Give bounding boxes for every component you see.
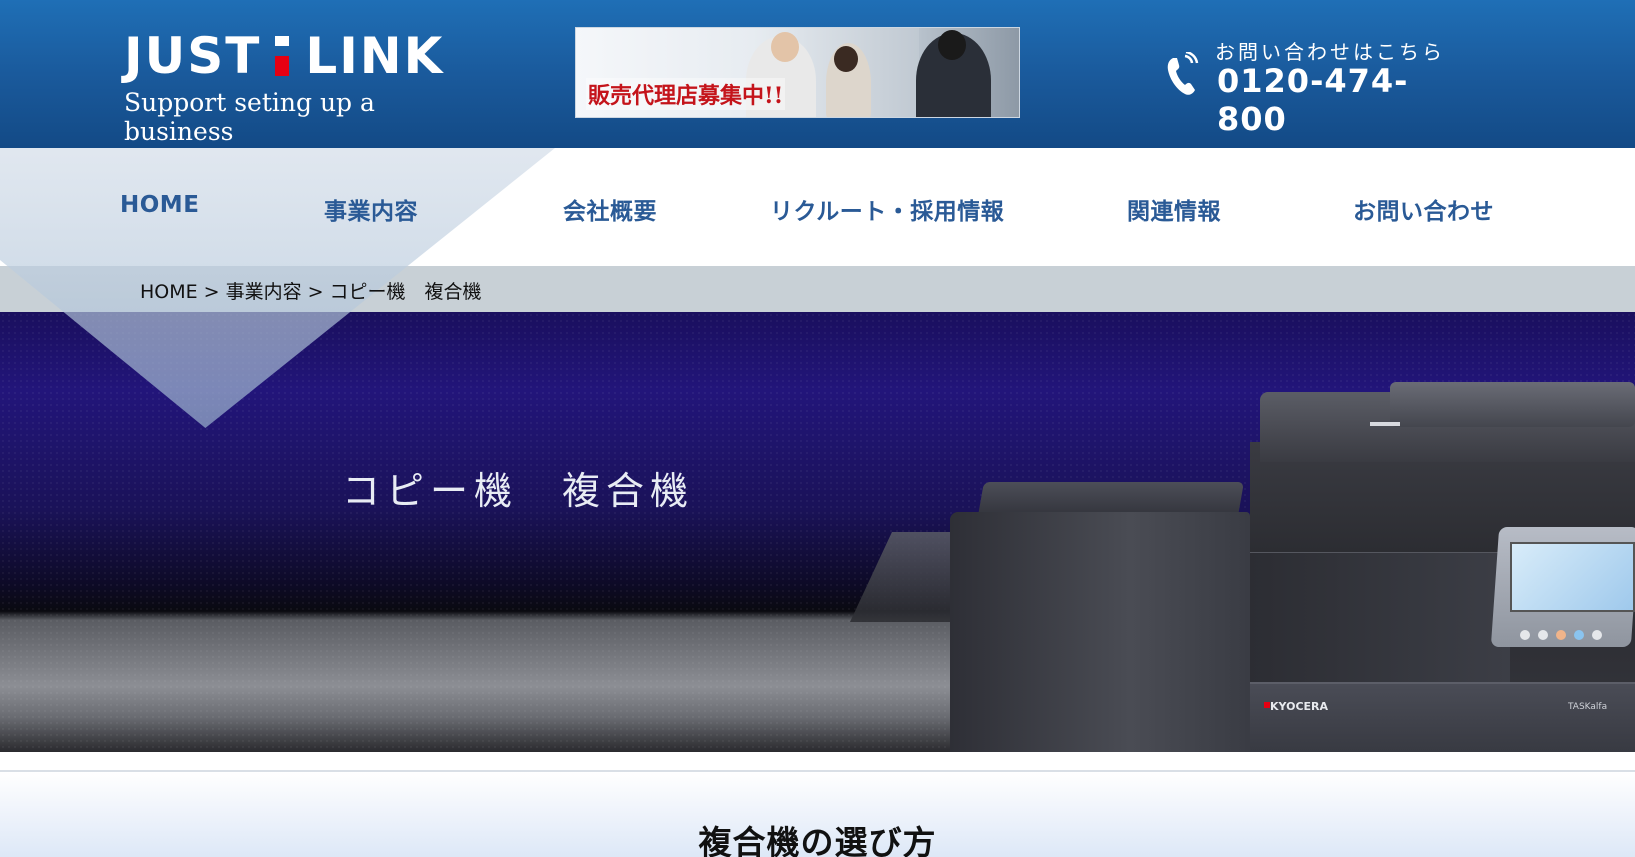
nav-item-related[interactable]: 関連情報 (1127, 192, 1221, 226)
nav-item-business[interactable]: 事業内容 (324, 192, 418, 226)
section-title: 複合機の選び方 (698, 823, 937, 857)
dealer-recruitment-banner[interactable]: 販売代理店募集中!! (575, 27, 1020, 118)
contact-phone[interactable]: お問い合わせはこちら 0120-474-800 (1165, 34, 1475, 138)
copier-screen (1510, 542, 1635, 612)
copier-image: KYOCERA TASKalfa (830, 382, 1635, 752)
nav-item-contact[interactable]: お問い合わせ (1353, 192, 1494, 226)
breadcrumb: HOME > 事業内容 > コピー機 複合機 (140, 277, 482, 304)
breadcrumb-business[interactable]: 事業内容 (226, 281, 302, 303)
breadcrumb-separator: > (203, 281, 220, 303)
contact-number[interactable]: 0120-474-800 (1217, 62, 1475, 138)
nav-item-recruit[interactable]: リクルート・採用情報 (770, 192, 1004, 226)
contact-label: お問い合わせはこちら (1215, 40, 1445, 64)
breadcrumb-current: コピー機 複合機 (329, 281, 482, 303)
logo-tagline: Support seting up a business (124, 88, 375, 146)
hero-title: コピー機 複合機 (342, 469, 695, 513)
logo-text-just: JUST (124, 27, 262, 85)
site-header: JUST LINK Support seting up a business 販… (0, 0, 1635, 148)
copier-brand-label: KYOCERA (1270, 700, 1329, 713)
nav-item-home[interactable]: HOME (120, 192, 199, 218)
logo-text-link: LINK (305, 27, 445, 85)
logo-wordmark: JUST LINK (124, 30, 454, 82)
breadcrumb-separator: > (307, 281, 324, 303)
site-logo[interactable]: JUST LINK Support seting up a business (124, 30, 454, 146)
breadcrumb-home[interactable]: HOME (140, 281, 198, 303)
nav-item-company[interactable]: 会社概要 (563, 192, 657, 226)
banner-text: 販売代理店募集中!! (586, 78, 786, 110)
copier-model-label: TASKalfa (1568, 702, 1608, 712)
logo-colon-mark (275, 36, 290, 76)
phone-icon (1167, 52, 1199, 95)
